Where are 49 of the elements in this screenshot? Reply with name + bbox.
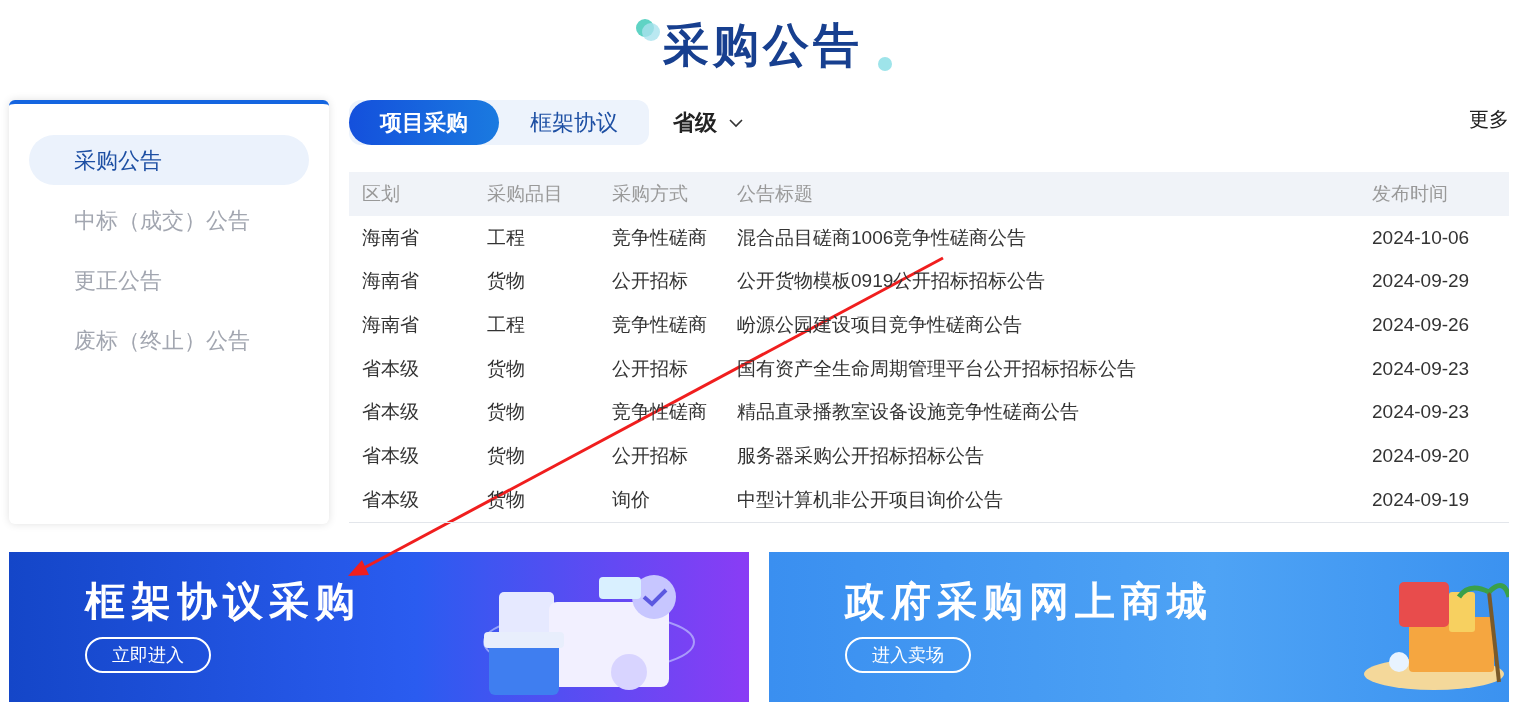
bubble-icon — [635, 18, 661, 44]
tab[interactable]: 项目采购 — [349, 100, 499, 145]
chevron-down-icon — [729, 117, 743, 128]
table-cell-text: 工程 — [486, 225, 526, 250]
banner-title: 政府采购网上商城 — [845, 581, 1213, 621]
table-cell[interactable]: 精品直录播教室设备设施竞争性磋商公告 — [724, 398, 1359, 427]
table-cell-text: 货物 — [486, 356, 526, 381]
dot-icon — [877, 56, 893, 72]
table-cell-text: 公开招标 — [611, 444, 689, 469]
table-cell-text: 省本级 — [361, 487, 420, 512]
table-cell[interactable]: 混合品目磋商1006竞争性磋商公告 — [724, 223, 1359, 253]
table-cell-text: 2024-09-26 — [1371, 312, 1471, 337]
promo-banner[interactable]: 框架协议采购 立即进入 — [9, 552, 749, 702]
banner-enter-button[interactable]: 立即进入 — [85, 637, 211, 673]
column-header: 采购品目 — [486, 181, 564, 206]
table-cell-text: 货物 — [486, 444, 526, 469]
sidebar-item[interactable]: 采购公告 — [29, 135, 309, 185]
table-cell-text: 2024-09-19 — [1371, 487, 1471, 512]
table-cell-text: 省本级 — [361, 356, 420, 381]
table-cell-text: 竞争性磋商 — [611, 312, 708, 337]
column-header: 区划 — [361, 181, 401, 206]
table-cell-text: 2024-10-06 — [1371, 225, 1471, 250]
level-dropdown[interactable]: 省级 — [673, 106, 743, 139]
table-cell-text: 省本级 — [361, 444, 420, 469]
tab[interactable]: 框架协议 — [499, 100, 649, 145]
table-cell-text: 竞争性磋商 — [611, 225, 708, 250]
column-header: 公告标题 — [736, 181, 814, 206]
table-cell-text: 货物 — [486, 400, 526, 425]
table-cell[interactable]: 国有资产全生命周期管理平台公开招标招标公告 — [724, 354, 1359, 384]
more-link[interactable]: 更多 — [1469, 103, 1509, 134]
table-cell-text: 2024-09-23 — [1371, 400, 1471, 425]
table-cell-text: 公开招标 — [611, 269, 689, 294]
table-cell-text: 2024-09-29 — [1371, 269, 1471, 294]
table-cell[interactable]: 服务器采购公开招标招标公告 — [724, 442, 1359, 471]
table-cell-text: 询价 — [611, 487, 651, 512]
table-cell-text: 海南省 — [361, 225, 420, 250]
column-header: 发布时间 — [1371, 181, 1449, 206]
banner-title: 框架协议采购 — [85, 581, 361, 621]
column-header: 采购方式 — [611, 181, 689, 206]
table-cell-text: 省本级 — [361, 400, 420, 425]
table-cell-text: 公开招标 — [611, 356, 689, 381]
page-title: 采购公告 — [663, 19, 863, 71]
table-cell[interactable]: 中型计算机非公开项目询价公告 — [724, 485, 1359, 515]
table-cell-text: 海南省 — [361, 312, 420, 337]
table-cell-text: 2024-09-23 — [1371, 356, 1471, 381]
table-cell-text: 海南省 — [361, 269, 420, 294]
table-cell-text: 工程 — [486, 312, 526, 337]
table-cell-text: 2024-09-20 — [1371, 444, 1471, 469]
table-cell-text: 货物 — [486, 269, 526, 294]
